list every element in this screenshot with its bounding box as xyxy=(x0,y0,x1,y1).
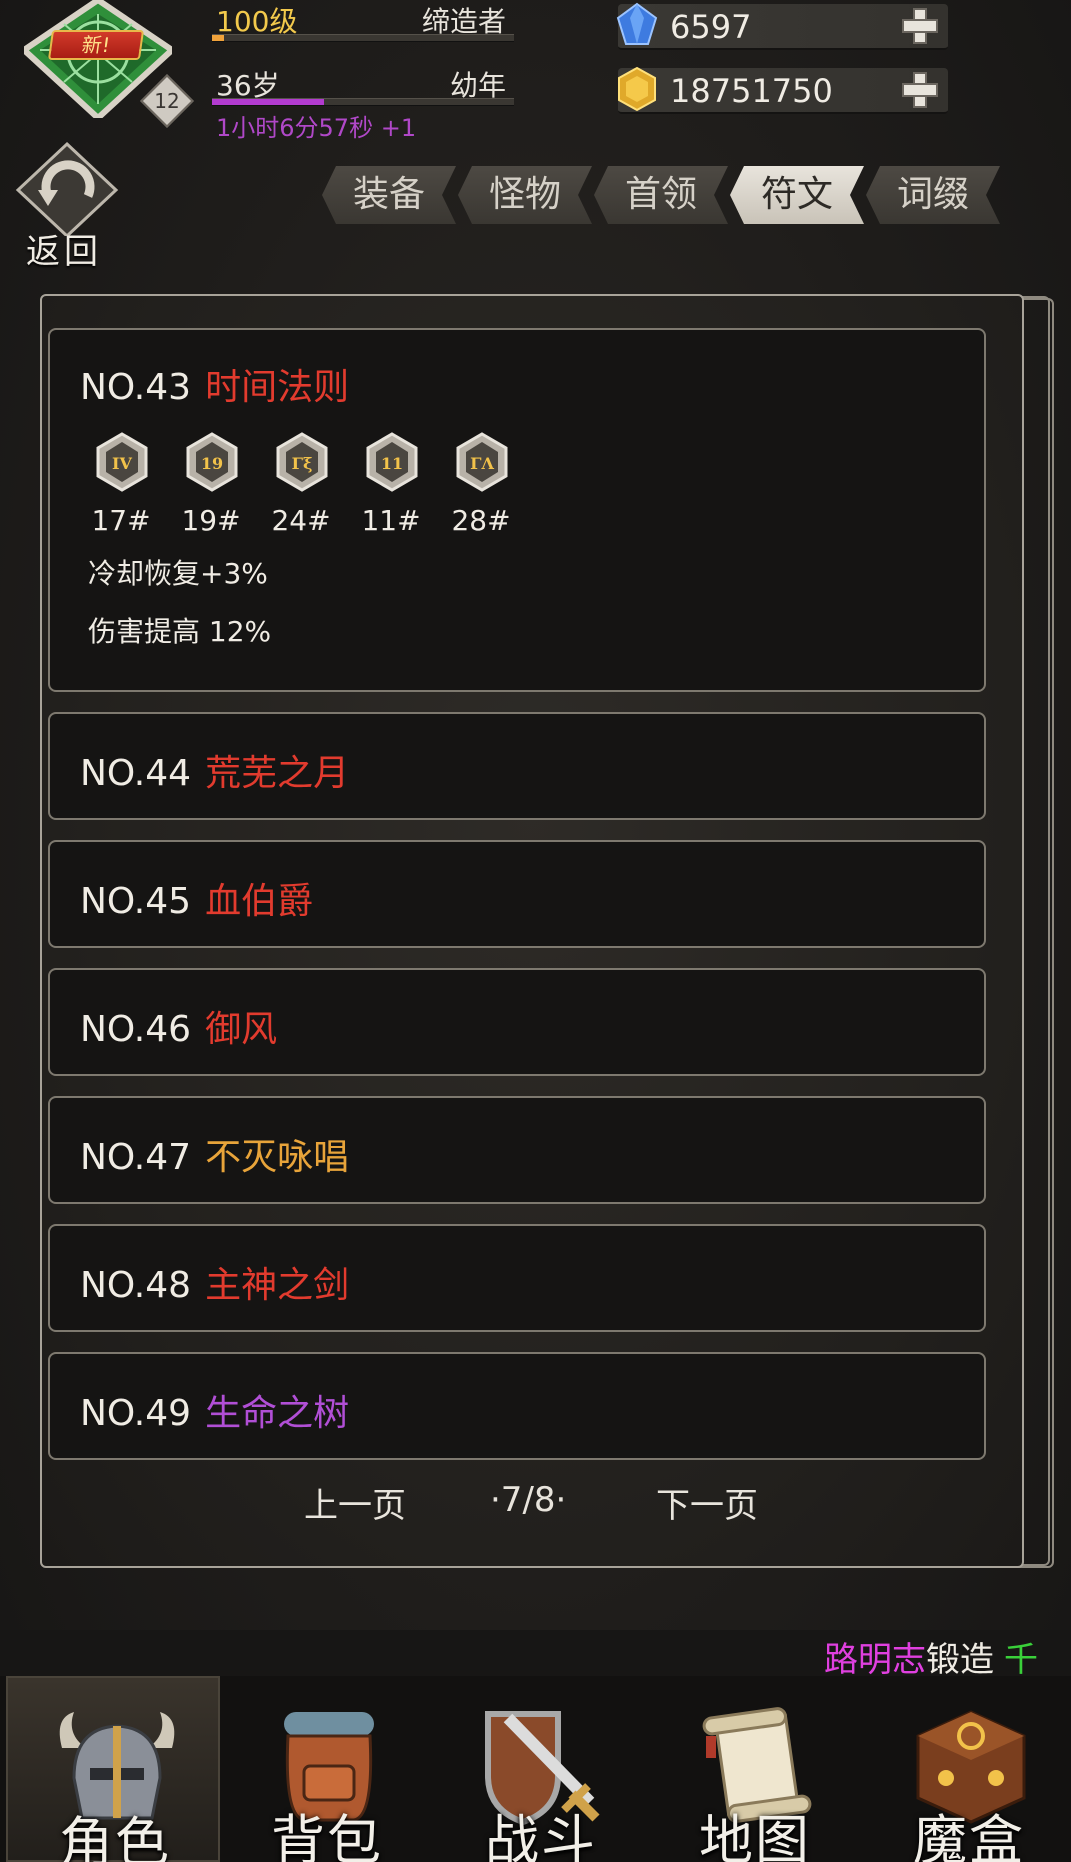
rune-entry[interactable]: NO.49 生命之树 xyxy=(48,1352,986,1460)
rune-entry-header: NO.43 时间法则 xyxy=(80,358,349,410)
nav-magic-box[interactable]: 魔盒 xyxy=(862,1676,1071,1862)
age-progress-bar xyxy=(212,98,514,106)
app-root: 新! 12 100级 缔造者 36岁 幼年 1小时6分57秒 +1 6597 1… xyxy=(0,0,1071,1862)
gold-count: 18751750 xyxy=(670,72,833,110)
rune-entry-header: NO.48 主神之剑 xyxy=(80,1256,349,1308)
rune-slot[interactable]: 11 11# xyxy=(356,432,426,552)
gem-currency: 6597 xyxy=(616,2,948,50)
rune-entry-header: NO.46 御风 xyxy=(80,1000,277,1052)
rune-entry-header: NO.49 生命之树 xyxy=(80,1384,349,1436)
nav-battle[interactable]: 战斗 xyxy=(434,1676,648,1862)
svg-text:IV: IV xyxy=(112,454,132,473)
rune-entry-header: NO.44 荒芜之月 xyxy=(80,744,349,796)
next-page-button[interactable]: 下一页 xyxy=(656,1478,758,1527)
rune-stone-icon: 11 xyxy=(366,432,418,492)
ticker-text: 路明志锻造千 xyxy=(824,1632,1038,1676)
level-row: 100级 缔造者 xyxy=(212,0,514,44)
gold-currency: 18751750 xyxy=(618,66,948,114)
rune-stone-icon: ΓΛ xyxy=(456,432,508,492)
add-gems-button[interactable] xyxy=(902,8,938,44)
player-avatar[interactable]: 新! 12 xyxy=(24,0,194,128)
svg-text:11: 11 xyxy=(381,454,403,473)
age-timer: 1小时6分57秒 +1 xyxy=(216,114,417,142)
rune-name: 荒芜之月 xyxy=(205,753,350,794)
rune-number: NO.45 xyxy=(80,881,192,922)
rune-slot[interactable]: 19 19# xyxy=(176,432,246,552)
tab-equipment[interactable]: 装备 xyxy=(322,166,456,224)
rune-entry[interactable]: NO.45 血伯爵 xyxy=(48,840,986,948)
blue-gem-icon xyxy=(616,2,658,45)
nav-magic-box-label: 魔盒 xyxy=(913,1809,1025,1862)
rune-entry[interactable]: NO.46 御风 xyxy=(48,968,986,1076)
rune-number: NO.43 xyxy=(80,367,192,408)
svg-text:ΓΛ: ΓΛ xyxy=(470,454,494,473)
prev-page-button[interactable]: 上一页 xyxy=(304,1478,406,1527)
news-ticker: 路明志锻造千 xyxy=(0,1630,1071,1676)
rune-slot-number: 28# xyxy=(451,504,511,537)
rune-name: 时间法则 xyxy=(205,367,350,408)
rune-number: NO.47 xyxy=(80,1137,192,1178)
add-gold-button[interactable] xyxy=(902,72,938,108)
rune-slot[interactable]: IV 17# xyxy=(86,432,156,552)
age-row: 36岁 幼年 1小时6分57秒 +1 xyxy=(212,64,514,144)
tab-affixes[interactable]: 词缀 xyxy=(866,166,1000,224)
rune-slot-number: 19# xyxy=(181,504,241,537)
new-badge: 新! xyxy=(47,30,145,60)
nav-battle-label: 战斗 xyxy=(485,1809,597,1862)
rune-name: 主神之剑 xyxy=(205,1265,350,1306)
ticker-item: 千 xyxy=(1004,1640,1038,1676)
bottom-nav: 角色 背包 战斗 地图 魔盒 xyxy=(0,1676,1071,1862)
nav-backpack-label: 背包 xyxy=(271,1809,383,1862)
rune-entry-header: NO.45 血伯爵 xyxy=(80,872,313,924)
rune-slot[interactable]: ΓΛ 28# xyxy=(446,432,516,552)
ticker-action: 锻造 xyxy=(926,1640,994,1676)
rune-stone-icon: IV xyxy=(96,432,148,492)
rune-slot-list: IV 17# 19 19# Γξ 24# 11 11# ΓΛ 28# xyxy=(86,432,526,552)
rune-number: NO.44 xyxy=(80,753,192,794)
gold-coin-icon xyxy=(618,66,656,112)
rune-slot-number: 11# xyxy=(361,504,421,537)
rune-slot-number: 17# xyxy=(91,504,151,537)
rune-number: NO.46 xyxy=(80,1009,192,1050)
rune-name: 生命之树 xyxy=(205,1393,350,1434)
rune-name: 不灭咏唱 xyxy=(205,1137,350,1178)
rune-number: NO.49 xyxy=(80,1393,192,1434)
back-button[interactable]: 返回 xyxy=(12,140,122,272)
rune-stone-icon: 19 xyxy=(186,432,238,492)
svg-text:Γξ: Γξ xyxy=(292,454,313,473)
tab-monsters[interactable]: 怪物 xyxy=(458,166,592,224)
level-progress-bar xyxy=(212,34,514,42)
rune-name: 御风 xyxy=(205,1009,278,1050)
rune-name: 血伯爵 xyxy=(205,881,314,922)
ticker-player-name: 路明志 xyxy=(824,1640,926,1676)
rune-entry[interactable]: NO.47 不灭咏唱 xyxy=(48,1096,986,1204)
rune-effect: 冷却恢复+3% xyxy=(88,557,268,590)
category-tabs: 装备 怪物 首领 符文 词缀 xyxy=(322,166,1034,226)
rune-entry-expanded[interactable]: NO.43 时间法则 IV 17# 19 19# Γξ 24# 11 11# ΓΛ 28# 冷却恢复… xyxy=(48,328,986,692)
nav-character-label: 角色 xyxy=(59,1811,171,1862)
tab-bosses[interactable]: 首领 xyxy=(594,166,728,224)
back-arrow-icon xyxy=(15,141,119,236)
nav-map-label: 地图 xyxy=(699,1809,811,1862)
rune-entry[interactable]: NO.48 主神之剑 xyxy=(48,1224,986,1332)
rune-stone-icon: Γξ xyxy=(276,432,328,492)
rune-entry-header: NO.47 不灭咏唱 xyxy=(80,1128,349,1180)
avatar-level-text: 12 xyxy=(154,89,180,113)
rune-slot[interactable]: Γξ 24# xyxy=(266,432,336,552)
nav-backpack[interactable]: 背包 xyxy=(220,1676,434,1862)
nav-map[interactable]: 地图 xyxy=(648,1676,862,1862)
pagination: 上一页 ·7/8· 下一页 xyxy=(0,1478,1071,1528)
age-progress-fill xyxy=(212,99,324,105)
gem-count: 6597 xyxy=(670,8,752,46)
rune-entry[interactable]: NO.44 荒芜之月 xyxy=(48,712,986,820)
level-progress-fill xyxy=(212,35,225,41)
nav-character[interactable]: 角色 xyxy=(6,1676,220,1862)
rune-effect: 伤害提高 12% xyxy=(88,615,272,648)
page-indicator: ·7/8· xyxy=(490,1480,567,1520)
rune-number: NO.48 xyxy=(80,1265,192,1306)
rune-slot-number: 24# xyxy=(271,504,331,537)
tab-runes[interactable]: 符文 xyxy=(730,166,864,224)
svg-text:19: 19 xyxy=(201,454,223,473)
back-label: 返回 xyxy=(26,232,102,272)
